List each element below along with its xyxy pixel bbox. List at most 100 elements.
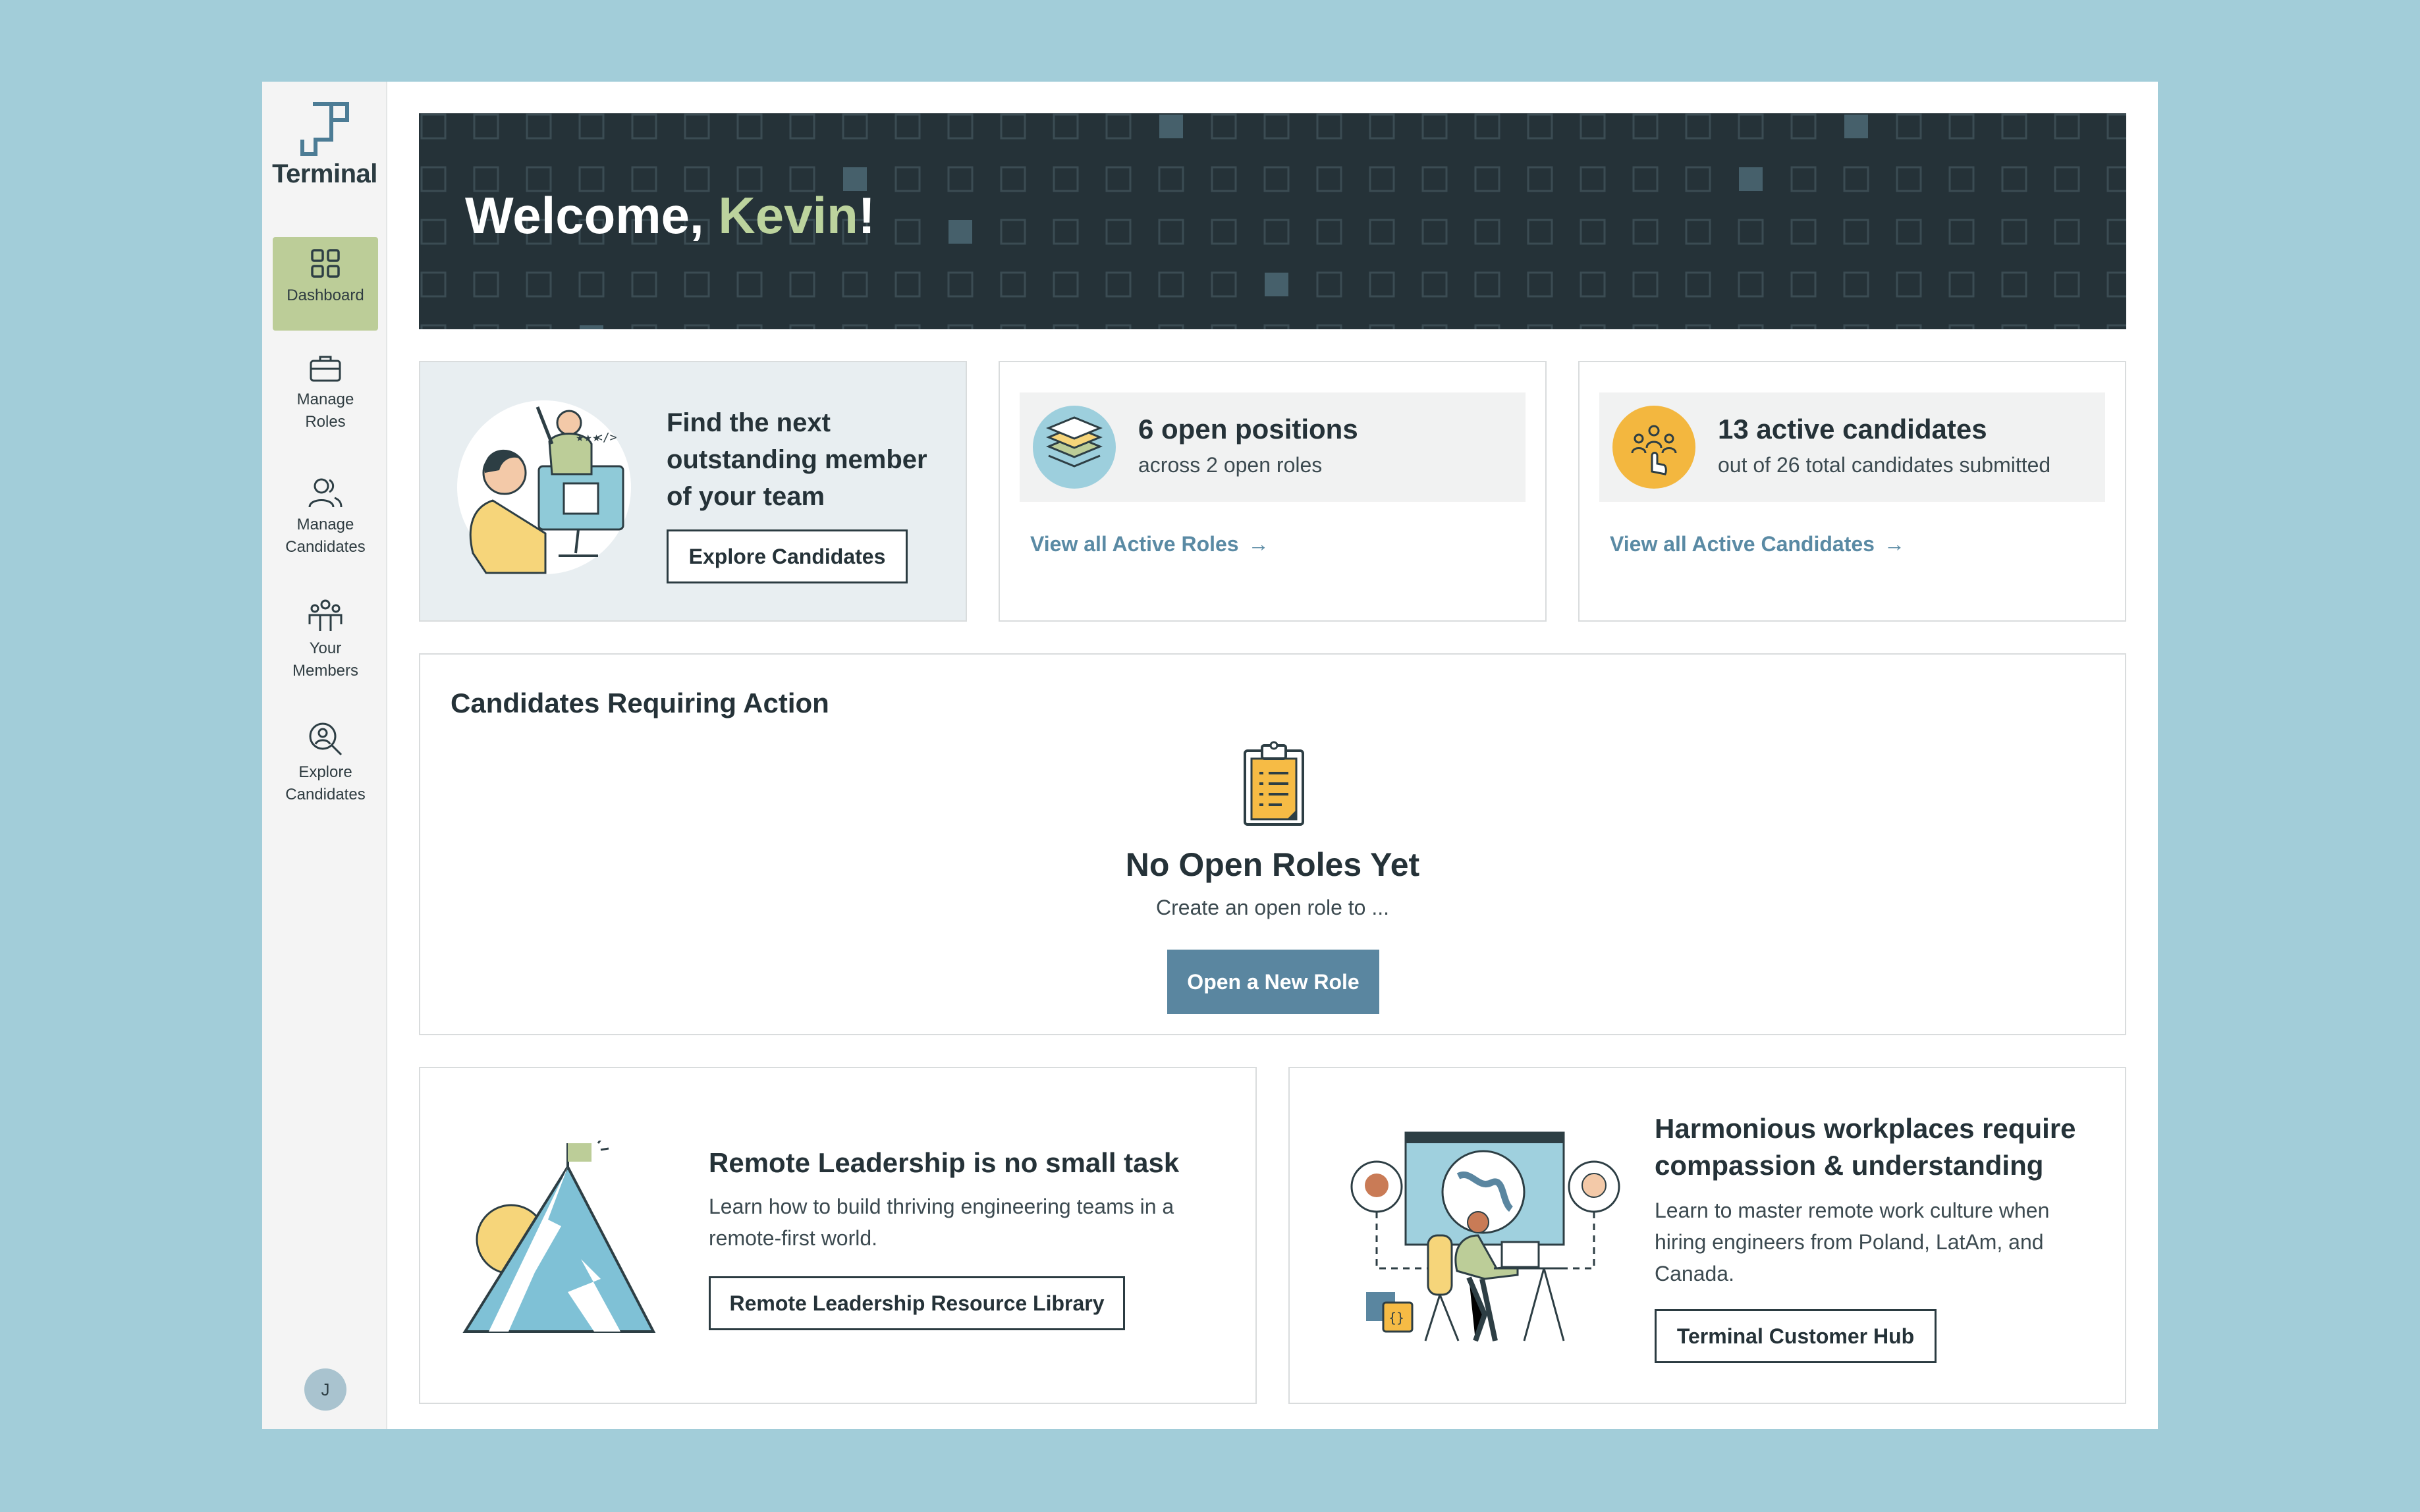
banner-pattern-square: [1000, 166, 1026, 192]
sidebar-item-explore-candidates[interactable]: Explore Candidates: [273, 711, 378, 806]
welcome-banner: Welcome, Kevin!: [419, 113, 2126, 329]
banner-pattern-square: [1739, 167, 1763, 191]
banner-pattern-square: [1738, 113, 1764, 140]
banner-pattern-square: [947, 166, 974, 192]
view-active-roles-link[interactable]: View all Active Roles →: [1030, 532, 1269, 556]
active-candidates-count: 13 active candidates: [1718, 414, 1987, 445]
banner-pattern-square: [420, 113, 447, 140]
banner-pattern-square: [2054, 324, 2080, 329]
banner-pattern-square: [2054, 166, 2080, 192]
banner-pattern-square: [1316, 166, 1342, 192]
banner-pattern-square: [526, 113, 552, 140]
clipboard-icon: [1244, 741, 1304, 826]
sidebar-item-manage-candidates[interactable]: Manage Candidates: [273, 466, 378, 558]
mountain-flag-illustration: [462, 1141, 656, 1333]
banner-pattern-square: [473, 271, 499, 298]
active-candidates-stat: 13 active candidates out of 26 total can…: [1599, 392, 2105, 502]
banner-pattern-square: [631, 324, 657, 329]
banner-pattern-square: [1159, 115, 1183, 138]
banner-pattern-square: [2054, 271, 2080, 298]
banner-pattern-square: [1632, 113, 1659, 140]
banner-pattern-square: [842, 324, 868, 329]
explore-candidates-button[interactable]: Explore Candidates: [667, 529, 908, 583]
search-person-icon: [309, 722, 343, 756]
banner-pattern-square: [894, 113, 921, 140]
banner-pattern-square: [1738, 219, 1764, 245]
sidebar-item-your-members[interactable]: Your Members: [273, 589, 378, 682]
banner-pattern-square: [1948, 219, 1975, 245]
active-candidates-card: 13 active candidates out of 26 total can…: [1578, 361, 2126, 622]
banner-pattern-square: [1474, 113, 1500, 140]
brand-logo[interactable]: Terminal: [262, 101, 387, 189]
banner-pattern-square: [1580, 219, 1606, 245]
banner-pattern-square: [1053, 166, 1079, 192]
banner-pattern-square: [1844, 115, 1868, 138]
banner-pattern-square: [1211, 271, 1237, 298]
active-candidates-subtitle: out of 26 total candidates submitted: [1718, 453, 2051, 477]
banner-pattern-square: [2106, 166, 2126, 192]
users-icon: [308, 478, 343, 508]
banner-pattern-square: [684, 271, 710, 298]
remote-leadership-card: Remote Leadership is no small task Learn…: [419, 1067, 1257, 1404]
banner-pattern-square: [736, 271, 763, 298]
banner-pattern-square: [1685, 219, 1711, 245]
banner-pattern-square: [1948, 324, 1975, 329]
banner-pattern-square: [1527, 113, 1553, 140]
banner-pattern-square: [1053, 113, 1079, 140]
banner-pattern-square: [1738, 271, 1764, 298]
banner-pattern-square: [1000, 271, 1026, 298]
terminal-customer-hub-button[interactable]: Terminal Customer Hub: [1655, 1309, 1937, 1363]
banner-pattern-square: [789, 113, 815, 140]
banner-pattern-square: [1843, 219, 1869, 245]
banner-pattern-square: [1474, 271, 1500, 298]
empty-state-subtitle: Create an open role to ...: [1156, 896, 1389, 919]
sidebar-item-manage-roles[interactable]: Manage Roles: [273, 344, 378, 433]
banner-pattern-square: [1632, 324, 1659, 329]
remote-worker-illustration: {}: [1350, 1131, 1620, 1342]
promo-title: Find the next outstanding member of your…: [667, 408, 927, 511]
banner-pattern-square: [420, 166, 447, 192]
banner-pattern-square: [1843, 324, 1869, 329]
banner-pattern-square: [526, 324, 552, 329]
banner-pattern-square: [1580, 324, 1606, 329]
banner-pattern-square: [1685, 271, 1711, 298]
layers-icon: [1033, 406, 1116, 489]
banner-pattern-square: [894, 219, 921, 245]
banner-pattern-square: [1263, 219, 1290, 245]
banner-pattern-square: [684, 113, 710, 140]
banner-pattern-square: [2001, 113, 2027, 140]
banner-pattern-square: [1369, 166, 1395, 192]
banner-pattern-square: [1580, 166, 1606, 192]
recruiter-illustration: </> ★★★: [457, 400, 631, 574]
banner-pattern-square: [1105, 113, 1132, 140]
avatar[interactable]: J: [304, 1368, 346, 1411]
banner-pattern-square: [1474, 166, 1500, 192]
banner-pattern-square: [1527, 166, 1553, 192]
user-name: Kevin: [718, 186, 858, 244]
banner-pattern-square: [526, 271, 552, 298]
banner-pattern-square: [894, 271, 921, 298]
banner-pattern-square: [1632, 271, 1659, 298]
banner-pattern-square: [1421, 113, 1448, 140]
banner-pattern-square: [894, 324, 921, 329]
banner-pattern-square: [1316, 324, 1342, 329]
banner-pattern-square: [1738, 324, 1764, 329]
remote-leadership-library-button[interactable]: Remote Leadership Resource Library: [709, 1276, 1125, 1330]
svg-text:★★★: ★★★: [576, 433, 601, 444]
banner-pattern-square: [684, 324, 710, 329]
banner-pattern-square: [1474, 219, 1500, 245]
banner-pattern-square: [1316, 271, 1342, 298]
open-new-role-button[interactable]: Open a New Role: [1167, 950, 1379, 1014]
resource-body: Learn to master remote work culture when…: [1655, 1199, 2050, 1285]
banner-pattern-square: [1580, 113, 1606, 140]
arrow-right-icon: →: [1248, 532, 1269, 556]
banner-pattern-square: [1105, 324, 1132, 329]
view-active-candidates-link[interactable]: View all Active Candidates →: [1610, 532, 1905, 556]
banner-pattern-square: [1896, 324, 1922, 329]
banner-pattern-square: [1316, 113, 1342, 140]
banner-pattern-square: [1896, 166, 1922, 192]
banner-pattern-square: [578, 113, 605, 140]
sidebar-item-dashboard[interactable]: Dashboard: [273, 237, 378, 331]
page-title: Welcome, Kevin!: [465, 186, 875, 244]
sidebar-item-label: Dashboard: [287, 286, 364, 304]
